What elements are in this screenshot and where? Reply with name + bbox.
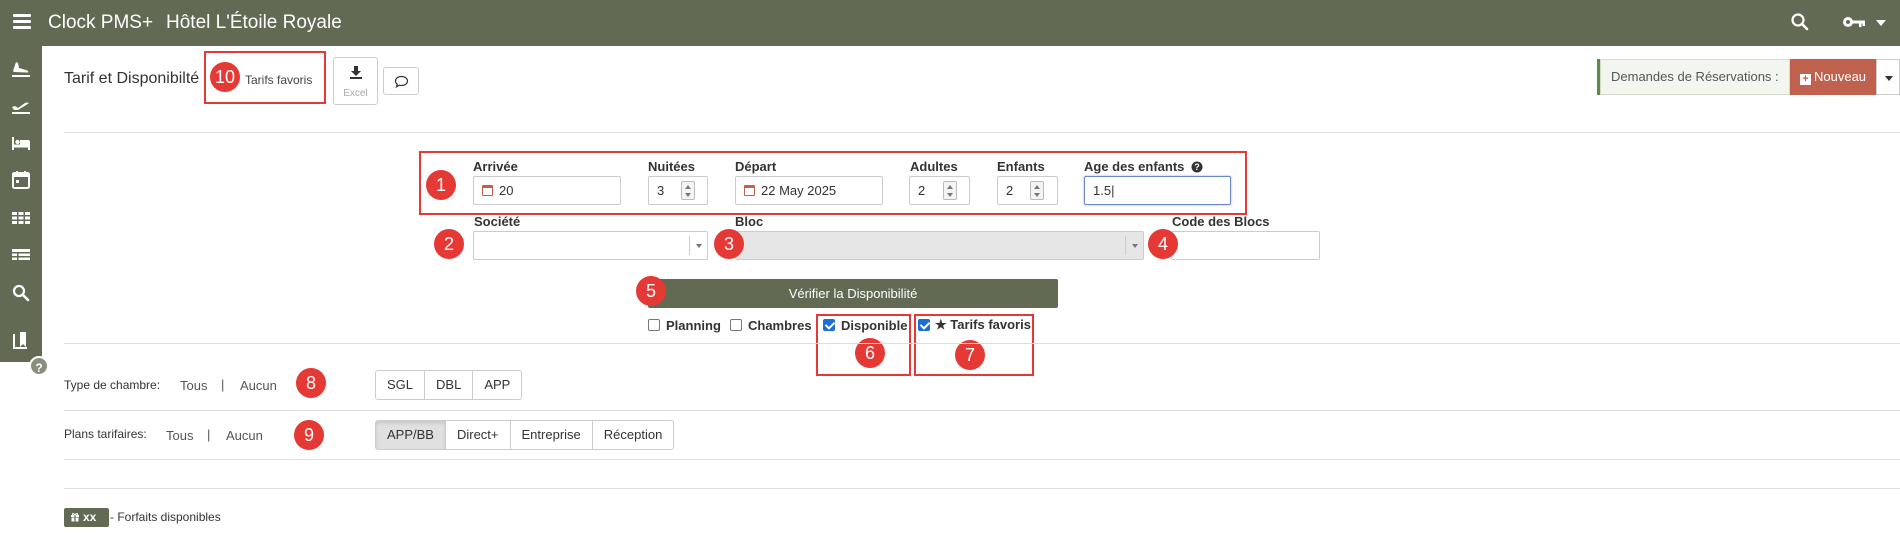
svg-text:?: ? [1194,162,1200,172]
room-type-label: Type de chambre: [64,378,161,392]
favorite-rates-link[interactable]: Tarifs favoris [245,73,312,87]
rooms-checkbox[interactable] [730,319,742,331]
room-type-dbl-button[interactable]: DBL [424,370,474,400]
children-age-label-text: Age des enfants [1084,159,1185,174]
rate-plans-all-link[interactable]: Tous [166,428,193,443]
rate-plans-label: Plans tarifaires: [64,427,147,441]
caret-down-icon [1885,76,1893,81]
gift-icon [71,513,79,522]
annotation-number-10: 10 [210,62,240,92]
planning-label: Planning [666,318,721,333]
annotation-number-7: 7 [955,340,985,370]
divider [64,132,1900,133]
children-stepper[interactable] [997,176,1058,205]
adults-spinner[interactable] [943,181,957,200]
room-type-none-link[interactable]: Aucun [240,378,277,393]
rate-plan-app-bb-button[interactable]: APP/BB [375,420,446,450]
room-type-all-link[interactable]: Tous [180,378,207,393]
package-badge-text: xx [83,510,97,524]
separator: | [207,427,211,442]
nights-label: Nuitées [648,159,695,174]
new-reservation-dropdown[interactable] [1876,59,1900,95]
nights-spinner[interactable] [681,181,695,200]
block-code-input[interactable] [1171,231,1320,260]
annotation-number-4: 4 [1148,229,1178,259]
children-spinner[interactable] [1030,181,1044,200]
chevron-down-icon [1125,236,1143,255]
annotation-number-8: 8 [296,368,326,398]
calendar-icon[interactable] [10,169,32,191]
book-icon[interactable] [10,329,32,351]
app-name[interactable]: Clock PMS+ [48,12,153,34]
children-label: Enfants [997,159,1045,174]
divider [64,410,1900,411]
page-title: Tarif et Disponibilté [64,70,200,87]
new-reservation-button[interactable]: + Nouveau [1790,59,1876,95]
new-reservation-label: Nouveau [1814,69,1867,84]
rate-plan-reception-button[interactable]: Réception [591,420,675,450]
excel-export-button[interactable]: Excel [333,57,378,105]
rate-plan-entreprise-button[interactable]: Entreprise [509,420,593,450]
help-icon[interactable]: ? [1191,161,1203,173]
divider [64,488,1900,489]
calendar-icon [482,185,493,196]
sidebar [0,46,42,362]
room-type-sgl-button[interactable]: SGL [375,370,426,400]
bed-icon[interactable] [10,132,32,154]
hotel-name: Hôtel L'Étoile Royale [166,12,342,33]
download-icon [350,66,362,79]
help-badge[interactable]: ? [29,356,49,376]
plane-departure-icon[interactable] [10,95,32,117]
children-age-label: Age des enfants ? [1084,159,1203,174]
room-type-app-button[interactable]: APP [472,370,523,400]
top-bar: Clock PMS+ Hôtel L'Étoile Royale [0,0,1900,46]
separator: | [221,377,225,392]
plus-icon: + [1800,74,1811,85]
key-icon[interactable] [1842,14,1866,35]
block-label: Bloc [735,214,764,229]
company-label: Société [474,214,521,229]
plane-arrival-icon[interactable] [10,58,32,80]
annotation-number-3: 3 [714,229,744,259]
divider [64,343,1900,344]
rate-plan-filter-group: APP/BB Direct+ Entreprise Réception [375,420,675,450]
search-icon[interactable] [1790,12,1810,37]
room-type-filter-group: SGL DBL APP [375,370,523,400]
package-legend-text: - Forfaits disponibles [110,510,221,524]
grid-icon[interactable] [10,207,32,229]
rate-plan-direct-button[interactable]: Direct+ [444,420,511,450]
comment-button[interactable] [383,67,419,95]
nights-stepper[interactable] [648,176,708,205]
children-age-input[interactable] [1084,176,1231,205]
adults-label: Adultes [910,159,958,174]
divider [64,459,1900,460]
caret-down-icon[interactable] [1876,20,1886,26]
adults-stepper[interactable] [909,176,970,205]
departure-date-input[interactable] [735,176,883,205]
annotation-number-1: 1 [426,170,456,200]
menu-icon[interactable] [13,14,31,29]
reservations-label: Demandes de Réservations : [1600,59,1790,95]
annotation-number-2: 2 [434,229,464,259]
table-icon[interactable] [10,244,32,266]
block-select[interactable] [735,231,1144,260]
company-select[interactable] [473,231,708,260]
rate-plans-none-link[interactable]: Aucun [226,428,263,443]
planning-checkbox[interactable] [648,319,660,331]
search-icon[interactable] [10,282,32,304]
verify-availability-button[interactable]: Vérifier la Disponibilité [648,279,1058,308]
comment-icon [394,75,409,88]
arrival-label: Arrivée [473,159,518,174]
calendar-icon [744,185,755,196]
departure-label: Départ [735,159,777,174]
arrival-date-input[interactable] [473,176,621,205]
rooms-label: Chambres [748,318,812,333]
chevron-down-icon [689,236,707,255]
excel-label: Excel [343,88,368,99]
package-badge: xx [64,508,109,527]
block-code-label: Code des Blocs [1172,214,1270,229]
annotation-number-5: 5 [636,276,666,306]
annotation-number-9: 9 [294,420,324,450]
